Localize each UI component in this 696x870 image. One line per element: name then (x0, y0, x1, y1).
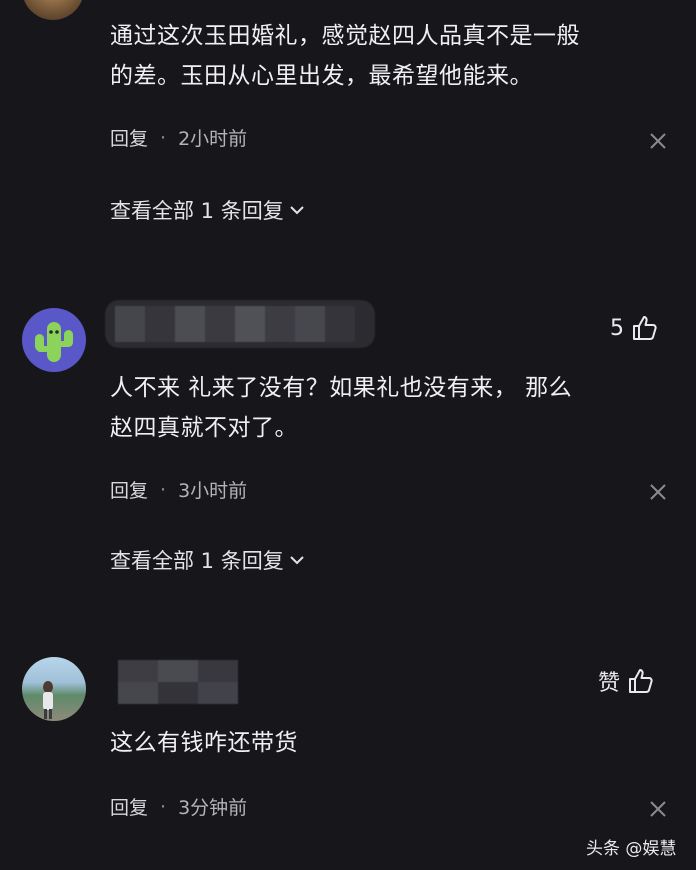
username-redacted[interactable] (105, 300, 375, 348)
comment-2-text-line-1: 人不来 礼来了没有？如果礼也没有来， 那么 (110, 375, 573, 401)
comment-1-meta: 回复 · 2小时前 (110, 124, 247, 151)
close-icon[interactable] (647, 481, 669, 503)
username-redacted[interactable] (118, 660, 238, 704)
avatar-comment-2[interactable] (22, 308, 86, 372)
avatar-comment-3[interactable] (22, 657, 86, 721)
like-button[interactable]: 5 (610, 314, 658, 342)
meta-separator: · (160, 478, 167, 501)
comment-3-meta: 回复 · 3分钟前 (110, 793, 247, 820)
thumbs-up-icon (629, 669, 653, 693)
view-all-replies-label: 查看全部 1 条回复 (110, 199, 284, 223)
meta-separator: · (160, 126, 167, 149)
comment-1-text-line-2: 的差。玉田从心里出发，最希望他能来。 (110, 63, 533, 89)
photo-avatar-icon (43, 681, 53, 719)
comment-1-text-line-1: 通过这次玉田婚礼，感觉赵四人品真不是一般 (110, 23, 580, 49)
chevron-down-icon (290, 206, 304, 215)
reply-button[interactable]: 回复 (110, 124, 148, 151)
comment-time: 3小时前 (178, 480, 248, 502)
meta-separator: · (160, 795, 167, 818)
reply-button[interactable]: 回复 (110, 476, 148, 503)
comment-2-meta: 回复 · 3小时前 (110, 476, 247, 503)
comment-3-text-line-1: 这么有钱咋还带货 (110, 730, 298, 756)
comment-2-text-line-2: 赵四真就不对了。 (110, 415, 298, 441)
comment-time: 2小时前 (178, 128, 248, 150)
view-all-replies-label: 查看全部 1 条回复 (110, 549, 284, 573)
cactus-avatar-icon (35, 322, 73, 362)
view-all-replies-button[interactable]: 查看全部 1 条回复 (110, 195, 306, 225)
like-count: 5 (610, 315, 624, 341)
thumbs-up-icon (633, 316, 657, 340)
like-button[interactable]: 赞 (598, 665, 654, 697)
avatar-comment-1[interactable] (22, 0, 84, 20)
like-label: 赞 (598, 671, 621, 696)
view-all-replies-button[interactable]: 查看全部 1 条回复 (110, 545, 306, 575)
chevron-down-icon (290, 556, 304, 565)
close-icon[interactable] (647, 130, 669, 152)
reply-button[interactable]: 回复 (110, 793, 148, 820)
comment-time: 3分钟前 (178, 797, 248, 819)
close-icon[interactable] (647, 798, 669, 820)
watermark: 头条 @娱慧 (586, 839, 677, 859)
